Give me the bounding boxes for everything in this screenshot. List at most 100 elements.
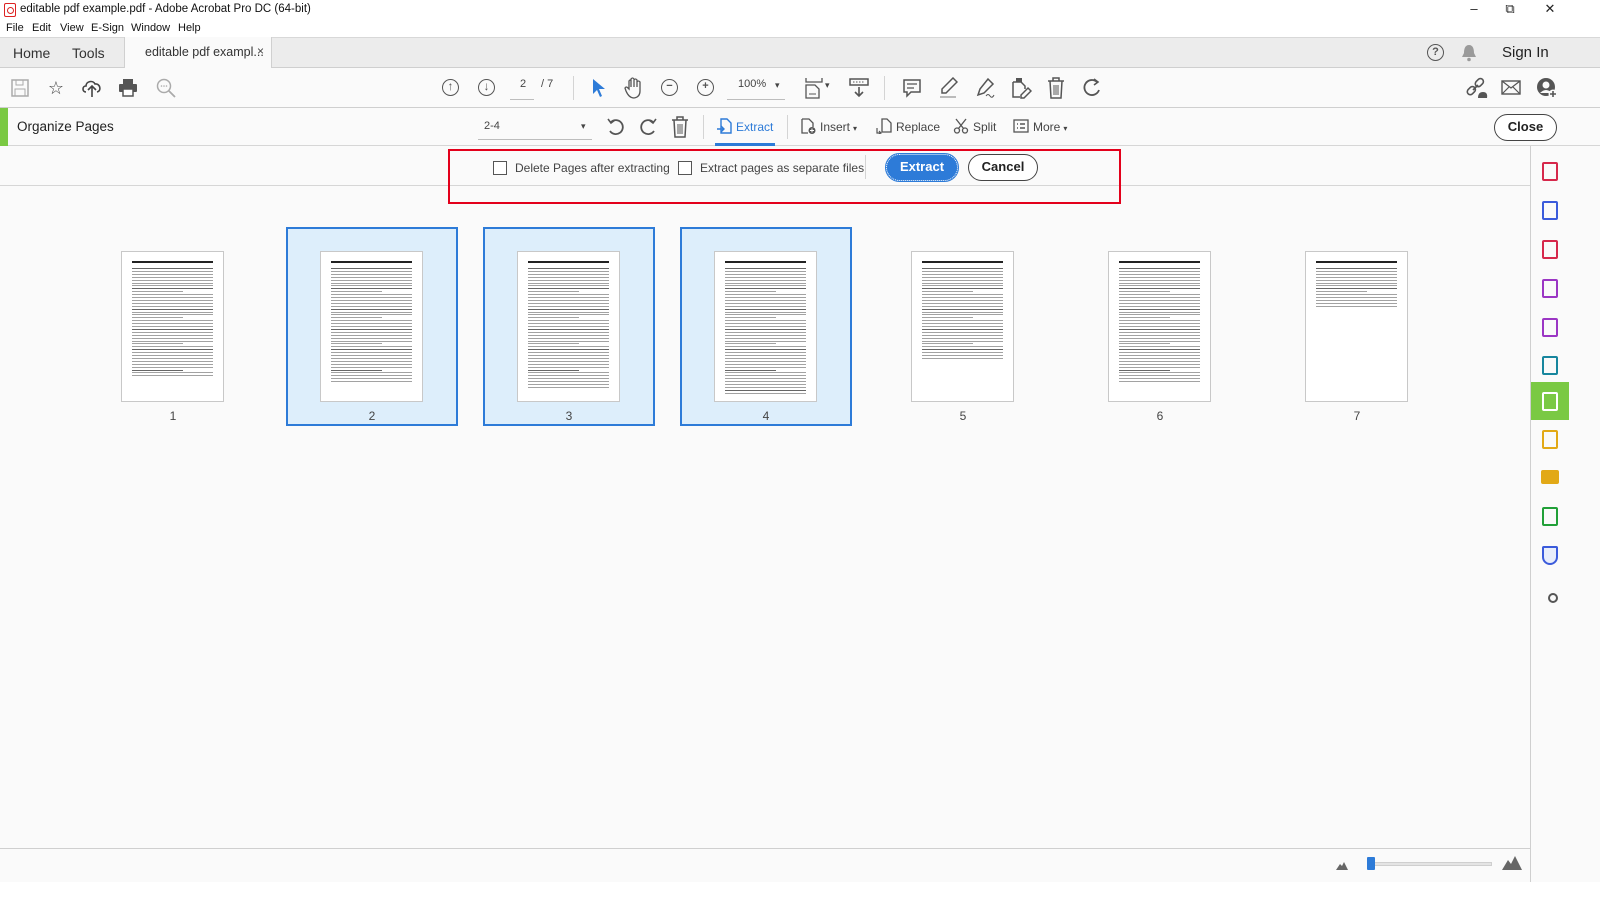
page-thumbnail[interactable]: 7 — [1271, 227, 1443, 426]
fit-page-dropdown-arrow[interactable]: ▾ — [825, 80, 830, 91]
page-text-line — [528, 285, 609, 287]
page-text-line — [132, 372, 213, 374]
thumbnail-size-slider-handle[interactable] — [1367, 857, 1375, 870]
extract-tool-button[interactable]: Extract — [716, 118, 773, 134]
page-text-line — [725, 384, 806, 385]
tab-tools[interactable]: Tools — [72, 45, 105, 61]
email-icon[interactable] — [1501, 80, 1521, 95]
tab-document[interactable]: editable pdf exampl... × — [124, 37, 272, 68]
fill-sign-icon[interactable] — [1010, 77, 1032, 99]
page-text-line — [331, 297, 412, 298]
page-text-line — [725, 291, 776, 293]
comment-icon[interactable] — [902, 78, 922, 98]
page-text-line — [132, 279, 213, 281]
page-thumbnail[interactable]: 6 — [1074, 227, 1246, 426]
page-text-line — [331, 349, 412, 351]
tab-bar: Home Tools editable pdf exampl... × ? Si… — [0, 37, 1600, 68]
extract-button[interactable]: Extract — [885, 153, 959, 182]
delete-pages-icon[interactable] — [671, 116, 689, 138]
tool-panel-item[interactable] — [1531, 459, 1569, 497]
more-list-icon — [1013, 119, 1029, 133]
delete-icon[interactable] — [1047, 77, 1065, 99]
menu-file[interactable]: File — [6, 22, 24, 34]
tool-panel-item[interactable] — [1531, 230, 1569, 268]
sign-in-button[interactable]: Sign In — [1502, 44, 1549, 61]
restore-button[interactable]: ⧉ — [1492, 0, 1528, 20]
menu-esign[interactable]: E-Sign — [91, 22, 124, 34]
tool-panel-item[interactable] — [1531, 152, 1569, 190]
page-range-dropdown-arrow[interactable]: ▾ — [581, 121, 586, 132]
close-organize-button[interactable]: Close — [1494, 114, 1557, 141]
tool-panel-item[interactable] — [1531, 420, 1569, 458]
next-page-icon[interactable]: ↓ — [478, 79, 495, 96]
page-thumbnail[interactable]: 5 — [877, 227, 1049, 426]
page-thumbnail[interactable]: 3 — [483, 227, 655, 426]
highlight-pen-icon[interactable] — [938, 77, 958, 99]
menu-edit[interactable]: Edit — [32, 22, 51, 34]
page-text-line — [922, 288, 1003, 290]
fit-page-icon[interactable] — [805, 77, 823, 99]
add-user-icon[interactable] — [1536, 77, 1558, 99]
page-text-line — [528, 337, 609, 339]
tab-home[interactable]: Home — [13, 45, 50, 61]
current-page-input[interactable]: 2 — [520, 78, 526, 90]
thumbnail-size-slider[interactable] — [1372, 862, 1492, 866]
rotate-icon[interactable] — [1082, 78, 1102, 98]
tool-panel-item[interactable] — [1531, 269, 1569, 307]
insert-tool-button[interactable]: Insert ▾ — [800, 118, 857, 134]
tool-panel-item[interactable] — [1531, 382, 1569, 420]
tool-panel-item[interactable] — [1531, 308, 1569, 346]
page-thumbnail[interactable]: 2 — [286, 227, 458, 426]
menu-view[interactable]: View — [60, 22, 84, 34]
delete-pages-checkbox[interactable] — [493, 161, 507, 175]
menu-help[interactable]: Help — [178, 22, 201, 34]
page-text-line — [528, 294, 609, 296]
zoom-out-icon[interactable]: − — [661, 79, 678, 96]
page-text-line — [331, 308, 412, 310]
zoom-in-icon[interactable]: + — [697, 79, 714, 96]
cancel-button[interactable]: Cancel — [968, 154, 1038, 181]
close-tab-icon[interactable]: × — [257, 44, 264, 58]
page-text-line — [725, 323, 806, 325]
small-thumbnail-icon[interactable] — [1336, 861, 1348, 870]
zoom-dropdown-arrow[interactable]: ▾ — [775, 80, 780, 91]
bookmark-star-icon[interactable]: ☆ — [45, 77, 67, 99]
page-thumbnail[interactable]: 1 — [87, 227, 259, 426]
page-text-line — [1316, 288, 1397, 290]
page-text-line — [725, 299, 806, 301]
select-cursor-icon[interactable] — [592, 78, 606, 98]
tool-panel-item[interactable] — [1531, 575, 1569, 613]
separate-files-label: Extract pages as separate files — [700, 161, 865, 175]
page-text-line — [725, 328, 806, 330]
sign-pen-icon[interactable] — [974, 77, 996, 99]
page-range-input[interactable]: 2-4 — [484, 120, 500, 132]
close-window-button[interactable]: ✕ — [1532, 0, 1568, 20]
print-icon[interactable] — [118, 78, 138, 97]
rotate-counterclockwise-icon[interactable] — [606, 117, 626, 137]
upload-cloud-icon[interactable] — [81, 78, 103, 98]
tool-panel-item[interactable] — [1531, 497, 1569, 535]
rotate-clockwise-icon[interactable] — [638, 117, 658, 137]
tool-panel-item[interactable] — [1531, 536, 1569, 574]
more-tool-button[interactable]: More ▾ — [1013, 118, 1067, 134]
share-link-icon[interactable] — [1464, 77, 1488, 99]
tool-panel-item[interactable] — [1531, 191, 1569, 229]
notification-bell-icon[interactable] — [1461, 44, 1477, 62]
large-thumbnail-icon[interactable] — [1502, 856, 1522, 870]
previous-page-icon[interactable]: ↑ — [442, 79, 459, 96]
minimize-button[interactable]: – — [1456, 0, 1492, 20]
menu-window[interactable]: Window — [131, 22, 170, 34]
help-icon[interactable]: ? — [1427, 44, 1444, 61]
separate-files-checkbox[interactable] — [678, 161, 692, 175]
replace-tool-button[interactable]: Replace — [876, 118, 940, 134]
hand-tool-icon[interactable] — [624, 77, 644, 99]
zoom-level-select[interactable]: 100% — [738, 78, 766, 90]
split-tool-button[interactable]: Split — [953, 118, 996, 134]
page-thumbnail[interactable]: 4 — [680, 227, 852, 426]
tool-panel-item[interactable] — [1531, 346, 1569, 384]
page-text-line — [528, 334, 609, 336]
find-text-icon[interactable] — [156, 78, 176, 98]
save-icon[interactable] — [11, 79, 29, 97]
scroll-mode-icon[interactable] — [849, 78, 869, 98]
page-text-line — [725, 302, 806, 304]
